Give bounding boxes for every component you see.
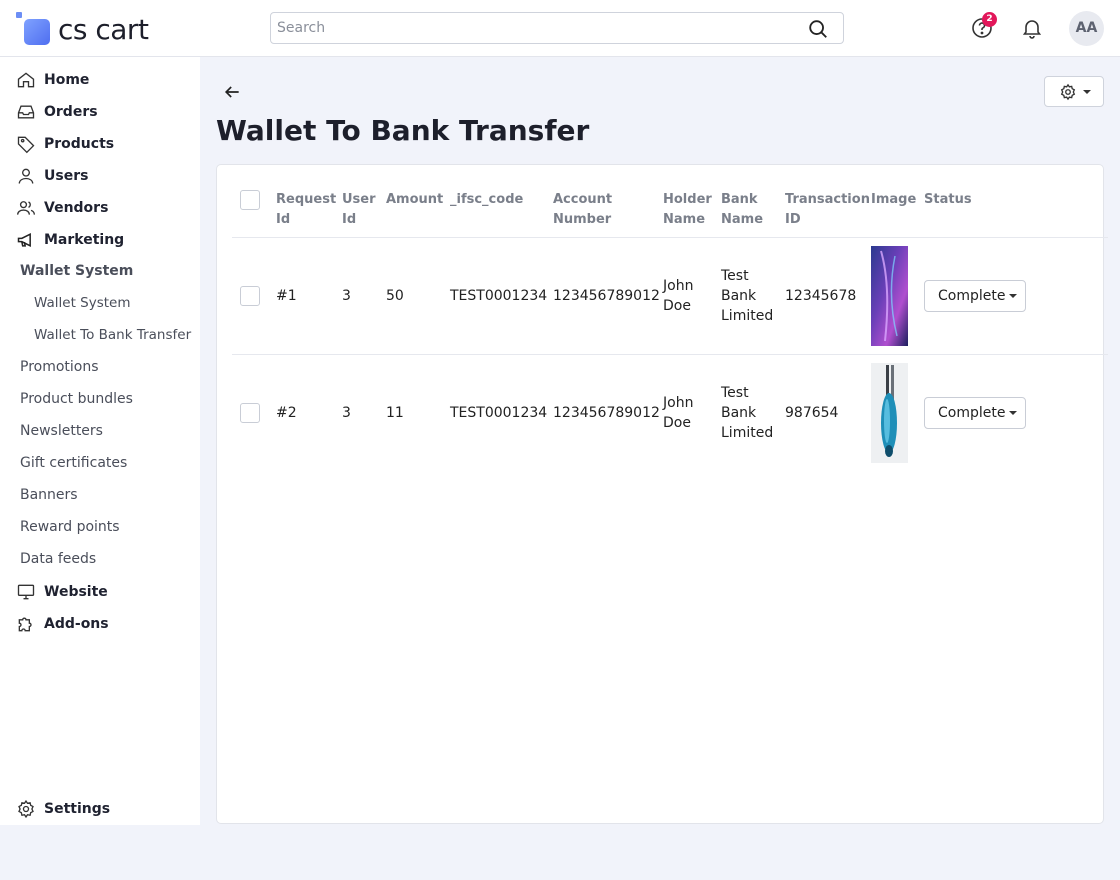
sidebar-item-label: Website [44,584,108,600]
sidebar-item-label: Add-ons [44,616,109,632]
chevron-down-icon [1009,294,1018,298]
sidebar-item-promotions[interactable]: Promotions [20,359,99,375]
sidebar-item-orders[interactable]: Orders [0,98,200,126]
cell-user-id: 3 [342,405,351,421]
logo-square [24,19,50,45]
cell-bank-name: Test Bank Limited [721,385,774,441]
monitor-icon [17,584,35,600]
row-divider [232,237,1108,238]
product-thumbnail[interactable] [871,363,908,463]
cell-amount: 50 [386,288,404,304]
cell-ifsc: TEST0001234 [450,405,548,421]
logo-dot [16,12,22,18]
cell-bank-name: Test Bank Limited [721,268,774,324]
select-all-checkbox[interactable] [240,190,260,210]
sidebar-item-website[interactable]: Website [0,578,200,606]
cell-user-id: 3 [342,288,351,304]
search-box [270,12,844,44]
header-request-id[interactable]: Request Id [276,190,336,230]
sidebar-item-product-bundles[interactable]: Product bundles [20,391,133,407]
cell-ifsc: TEST0001234 [450,288,548,304]
sidebar-item-vendors[interactable]: Vendors [0,194,200,222]
cell-holder-name: John Doe [663,395,694,431]
home-icon [17,72,35,88]
users-icon [17,201,35,215]
header-ifsc-code[interactable]: _ifsc_code [450,190,523,210]
megaphone-icon [17,232,31,248]
header-amount[interactable]: Amount [386,190,443,210]
header-user-id[interactable]: User Id [342,190,376,230]
row-checkbox[interactable] [240,286,260,306]
cell-transaction-id: 987654 [785,405,839,421]
cell-transaction-id: 12345678 [785,288,857,304]
sidebar-item-label: Products [44,136,115,152]
sidebar-item-addons[interactable]: Add-ons [0,610,200,638]
sidebar-item-users[interactable]: Users [0,162,200,190]
tag-icon [17,136,35,154]
sidebar-item-label: Users [44,168,89,184]
sidebar-item-reward-points[interactable]: Reward points [20,519,120,535]
chevron-down-icon [1083,90,1091,94]
sidebar: Home Orders Products Users Vendors Marke… [0,57,200,825]
header-transaction-id[interactable]: Transaction ID [785,190,870,230]
row-checkbox[interactable] [240,403,260,423]
header-bank-name[interactable]: Bank Name [721,190,763,230]
cell-account-number: 123456789012 [553,405,660,421]
sidebar-item-data-feeds[interactable]: Data feeds [20,551,96,567]
avatar[interactable]: AA [1069,11,1104,46]
sidebar-item-wallet-system[interactable]: Wallet System [20,263,133,279]
header-holder-name[interactable]: Holder Name [663,190,712,230]
settings-dropdown-button[interactable] [1044,76,1104,107]
gear-icon [1060,83,1076,101]
cell-amount: 11 [386,405,404,421]
sidebar-item-newsletters[interactable]: Newsletters [20,423,103,439]
product-thumbnail[interactable] [871,246,908,346]
top-bar: cs cart 2 AA [0,0,1120,57]
sidebar-item-home[interactable]: Home [0,66,200,94]
sidebar-item-banners[interactable]: Banners [20,487,78,503]
status-dropdown[interactable]: Complete [924,397,1026,429]
search-input[interactable] [272,14,792,42]
logo-text: cs cart [58,13,149,46]
cell-holder-name: John Doe [663,278,694,314]
sidebar-item-gift-certificates[interactable]: Gift certificates [20,455,127,471]
inbox-icon [17,105,35,119]
cell-account-number: 123456789012 [553,288,660,304]
user-icon [18,168,34,184]
sidebar-item-products[interactable]: Products [0,130,200,158]
page-title: Wallet To Bank Transfer [216,114,590,147]
gear-icon [18,799,34,819]
cell-request-id[interactable]: #1 [276,286,297,306]
sidebar-item-label: Marketing [44,232,125,248]
puzzle-icon [18,617,32,632]
row-divider [232,354,1108,355]
status-dropdown[interactable]: Complete [924,280,1026,312]
chevron-down-icon [1009,411,1018,415]
sidebar-item-settings[interactable]: Settings [0,795,200,823]
sidebar-item-wallet-system-child[interactable]: Wallet System [34,295,131,311]
help-badge: 2 [982,12,997,27]
header-status[interactable]: Status [924,190,972,210]
header-account-number[interactable]: Account Number [553,190,612,230]
bell-icon[interactable] [1020,16,1044,40]
sidebar-item-label: Orders [44,104,98,120]
sidebar-item-wallet-to-bank[interactable]: Wallet To Bank Transfer [34,327,191,343]
sidebar-item-label: Home [44,72,90,88]
sidebar-item-marketing[interactable]: Marketing [0,226,200,254]
sidebar-item-label: Vendors [44,200,109,216]
cell-request-id[interactable]: #2 [276,403,297,423]
transfers-table-card [216,164,1104,824]
back-arrow-icon[interactable] [222,82,242,102]
header-image: Image [871,192,917,207]
sidebar-item-label: Settings [44,801,111,817]
search-icon[interactable] [807,18,829,40]
